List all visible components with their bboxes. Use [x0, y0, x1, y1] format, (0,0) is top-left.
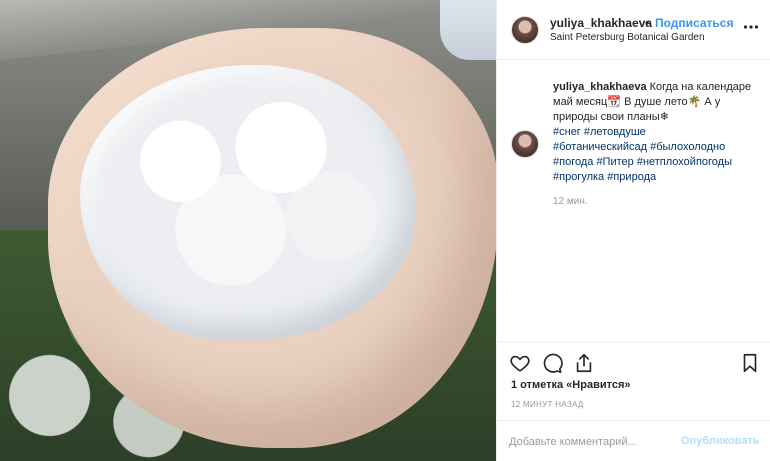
comment-bar: Опубликовать	[497, 420, 770, 461]
bookmark-icon[interactable]	[739, 352, 761, 374]
photo-sleeve	[440, 0, 496, 60]
caption-author-avatar[interactable]	[511, 130, 539, 158]
calendar-icon: 📆	[607, 96, 622, 108]
palm-tree-icon: 🌴	[687, 96, 702, 108]
posted-time: 12 МИНУТ НАЗАД	[511, 400, 584, 409]
heart-icon[interactable]	[509, 352, 531, 374]
share-icon[interactable]	[573, 352, 595, 374]
hashtag-link[interactable]: #былохолодно	[650, 141, 725, 153]
hashtag-link[interactable]: #ботаническийсад	[553, 141, 647, 153]
post-side-panel: yuliya_khakhaeva • Подписаться Saint Pet…	[496, 0, 770, 461]
hashtag-link[interactable]: #прогулка	[553, 171, 604, 183]
action-bar	[497, 341, 770, 379]
comment-input[interactable]	[509, 433, 669, 451]
snowflake-icon: ❄	[659, 111, 669, 123]
post-caption: yuliya_khakhaeva Когда на календаре май …	[553, 80, 765, 185]
caption-username[interactable]: yuliya_khakhaeva	[553, 81, 647, 93]
more-icon[interactable]	[743, 19, 759, 35]
caption-text-line3: лето	[664, 96, 688, 108]
photo-hail-pile	[80, 65, 415, 340]
follow-button[interactable]: Подписаться	[655, 16, 733, 30]
author-avatar[interactable]	[511, 16, 539, 44]
hashtag-link[interactable]: #погода	[553, 156, 593, 168]
post-header: yuliya_khakhaeva • Подписаться Saint Pet…	[497, 0, 770, 60]
hashtag-link[interactable]: #летовдуше	[584, 126, 646, 138]
hashtag-link[interactable]: #Питер	[596, 156, 633, 168]
hashtag-link[interactable]: #снег	[553, 126, 581, 138]
caption-text-line1: Когда на	[649, 81, 694, 93]
post-location[interactable]: Saint Petersburg Botanical Garden	[550, 32, 705, 43]
hashtag-link[interactable]: #природа	[607, 171, 656, 183]
publish-button[interactable]: Опубликовать	[681, 435, 760, 447]
caption-time[interactable]: 12 мин.	[553, 196, 588, 207]
post-photo[interactable]	[0, 0, 496, 461]
hashtag-link[interactable]: #нетплохойпогоды	[637, 156, 732, 168]
likes-count[interactable]: 1 отметка «Нравится»	[511, 379, 631, 391]
comment-icon[interactable]	[541, 352, 563, 374]
author-username[interactable]: yuliya_khakhaeva	[550, 16, 652, 30]
caption-text-line2b: В душе	[621, 96, 662, 108]
header-separator: •	[645, 16, 650, 30]
